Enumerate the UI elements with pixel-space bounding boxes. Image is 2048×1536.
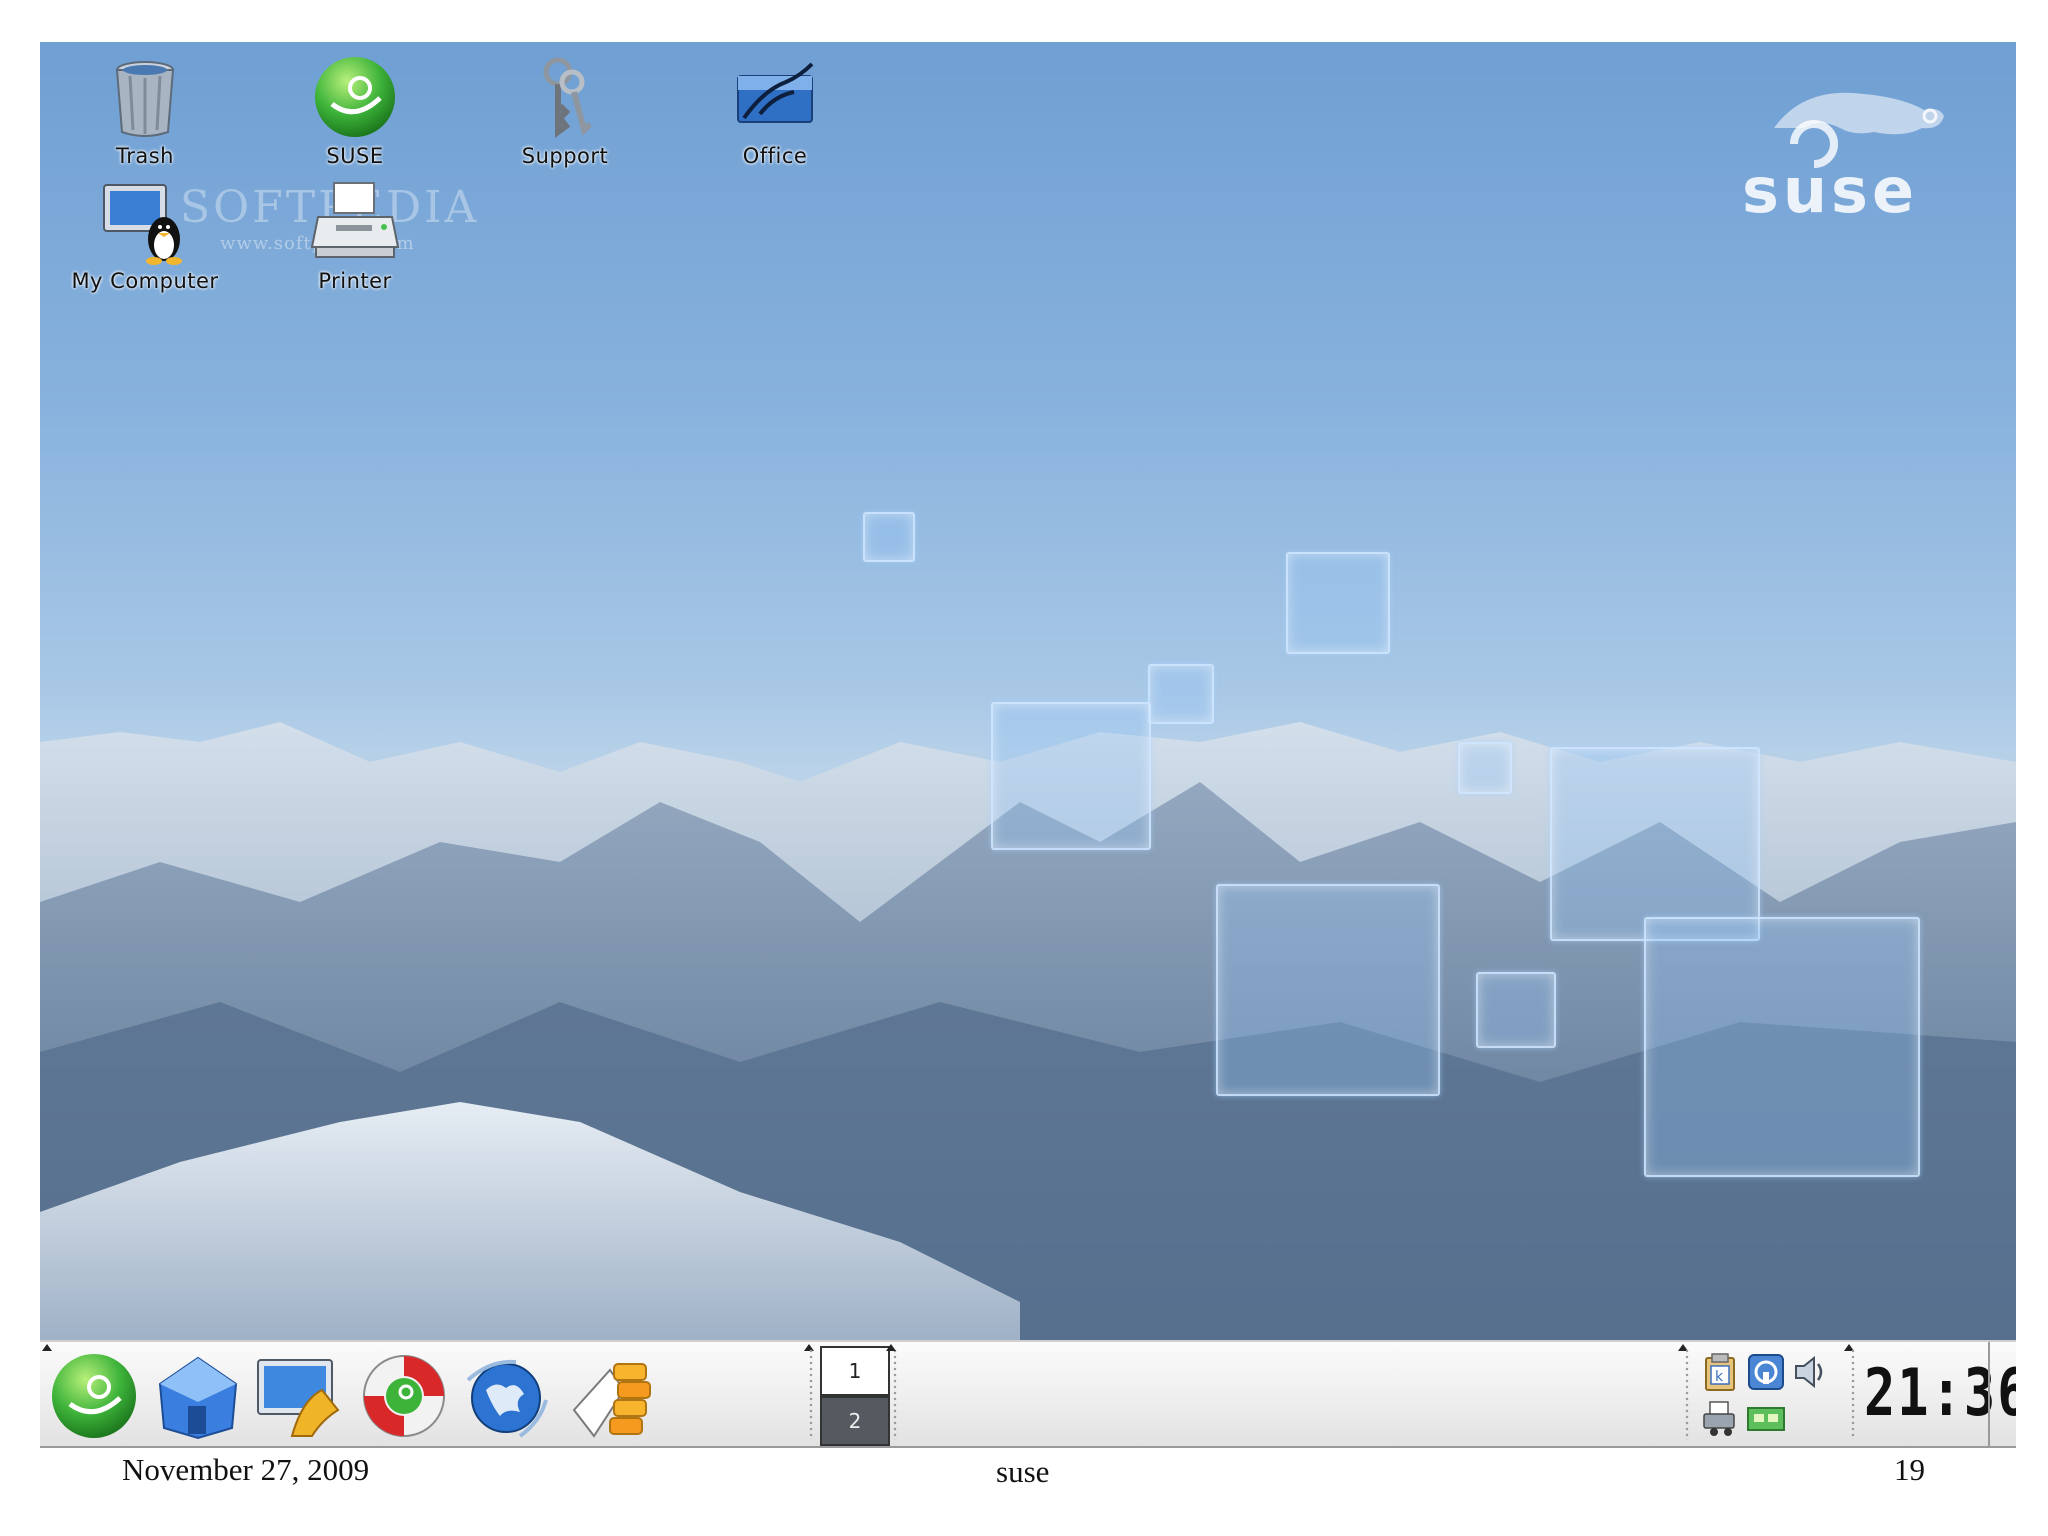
- desktop-icon-label: SUSE: [326, 144, 384, 168]
- tray-handle[interactable]: [1684, 1348, 1690, 1440]
- volume-tray-button[interactable]: [1790, 1352, 1830, 1392]
- help-button[interactable]: [358, 1350, 450, 1442]
- desktop-icon: [257, 1359, 340, 1437]
- klipper-icon: k: [1705, 1353, 1735, 1391]
- support-icon: [543, 57, 593, 138]
- glass-square: [1216, 884, 1440, 1096]
- printer-status-tray-button[interactable]: [1700, 1398, 1740, 1438]
- glass-square: [1458, 742, 1512, 794]
- desktop-icon-trash[interactable]: Trash: [60, 52, 230, 177]
- desktop-pager: 1 2: [816, 1342, 890, 1446]
- home-folder-icon: [158, 1356, 238, 1440]
- desktop-icon-label: Support: [521, 144, 609, 168]
- taskbar[interactable]: [906, 1342, 1716, 1446]
- desktop-icon-label: Trash: [116, 144, 174, 168]
- footer-date: November 27, 2009: [122, 1452, 370, 1487]
- kmenu-suse-icon: [52, 1354, 136, 1438]
- network-card-icon: [1747, 1407, 1785, 1431]
- office-suite-button[interactable]: [564, 1350, 656, 1442]
- taskbar-hide-arrow[interactable]: [886, 1344, 896, 1351]
- web-browser-button[interactable]: [460, 1350, 552, 1442]
- printer-status-icon: [1703, 1401, 1735, 1436]
- svg-text:k: k: [1715, 1369, 1724, 1385]
- panel-collapse-arrow[interactable]: [2002, 1386, 2010, 1400]
- glass-square: [1644, 917, 1920, 1177]
- desktop-icon-label: Printer: [318, 269, 392, 293]
- glass-square: [1476, 972, 1556, 1048]
- panel-separator: [1988, 1342, 1990, 1446]
- desktop-icon-my-computer[interactable]: My Computer: [60, 177, 230, 302]
- glass-square: [1550, 747, 1760, 941]
- desktop-icon-support[interactable]: Support: [480, 52, 650, 177]
- pager-desktop-1[interactable]: 1: [820, 1346, 890, 1396]
- kmenu-button[interactable]: [48, 1350, 140, 1442]
- desktop-icon-printer[interactable]: Printer: [270, 177, 440, 302]
- my-computer-icon: [103, 184, 182, 265]
- desktop-icon-label: Office: [742, 144, 808, 168]
- pager-handle[interactable]: [808, 1348, 814, 1440]
- footer-page-number: 19: [1894, 1452, 1925, 1487]
- network-tray-button[interactable]: [1746, 1352, 1786, 1392]
- suse-logo: suse: [1742, 92, 1944, 218]
- glass-square: [863, 512, 915, 562]
- konqueror-browser-icon: [466, 1359, 548, 1438]
- glass-square: [1148, 664, 1214, 724]
- help-lifebuoy-icon: [363, 1355, 445, 1437]
- printer-icon: [310, 182, 400, 258]
- kde-panel: 1 2 k 21:36: [40, 1340, 2016, 1448]
- office-icon: [737, 62, 814, 123]
- office-app-icon: [572, 1363, 651, 1438]
- clock-handle[interactable]: [1850, 1348, 1856, 1440]
- glass-square: [1286, 552, 1390, 654]
- network-icon: [1748, 1354, 1784, 1390]
- footer-title: suse: [996, 1454, 1050, 1489]
- suse-icon: [315, 57, 395, 137]
- desktop-icon-label: My Computer: [71, 269, 219, 293]
- trash-icon: [115, 61, 175, 137]
- taskbar-handle[interactable]: [892, 1348, 898, 1440]
- desktop-icon-suse[interactable]: SUSE: [270, 52, 440, 177]
- suse-logo-text: suse: [1742, 154, 1918, 218]
- panel-clock[interactable]: 21:36: [1864, 1356, 2016, 1444]
- glass-square: [991, 702, 1151, 850]
- desktop-button[interactable]: [252, 1350, 344, 1442]
- klipper-tray-button[interactable]: k: [1700, 1352, 1740, 1392]
- network-card-tray-button[interactable]: [1746, 1398, 1786, 1438]
- volume-speaker-icon: [1795, 1355, 1823, 1389]
- desktop-icon-office[interactable]: Office: [690, 52, 860, 177]
- home-folder-button[interactable]: [152, 1350, 244, 1442]
- desktop[interactable]: suse SOFTPEDIA www.softpedia.com Trash S…: [40, 42, 2016, 1340]
- pager-desktop-2[interactable]: 2: [820, 1396, 890, 1446]
